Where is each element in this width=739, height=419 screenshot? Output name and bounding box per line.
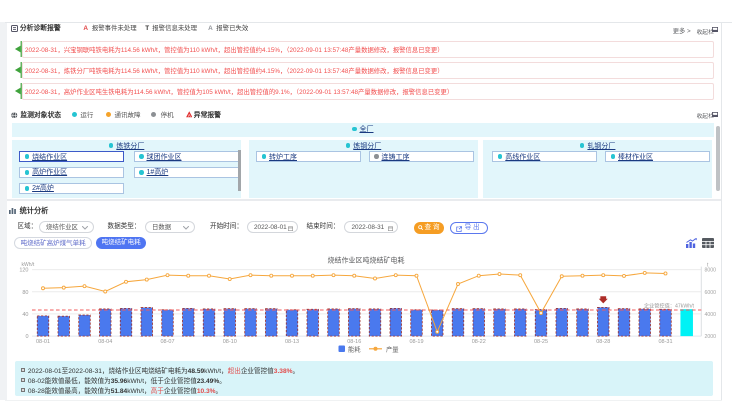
svg-text:08-31: 08-31 xyxy=(658,339,672,345)
svg-text:80: 80 xyxy=(22,290,28,296)
svg-text:08-04: 08-04 xyxy=(98,339,112,345)
svg-text:能耗: 能耗 xyxy=(348,345,361,354)
svg-text:08-16: 08-16 xyxy=(347,339,361,345)
svg-text:2000: 2000 xyxy=(705,334,717,340)
svg-text:08-19: 08-19 xyxy=(409,339,423,345)
svg-text:6000: 6000 xyxy=(705,290,717,296)
svg-text:企业管控值：47kWh/t: 企业管控值：47kWh/t xyxy=(644,301,695,309)
svg-text:4000: 4000 xyxy=(705,312,717,318)
svg-text:0: 0 xyxy=(25,334,28,340)
svg-text:120: 120 xyxy=(19,268,28,274)
svg-text:08-10: 08-10 xyxy=(223,339,237,345)
svg-text:08-22: 08-22 xyxy=(472,339,486,345)
svg-text:08-07: 08-07 xyxy=(160,339,174,345)
svg-text:08-28: 08-28 xyxy=(596,339,610,345)
svg-text:08-25: 08-25 xyxy=(534,339,548,345)
svg-text:08-01: 08-01 xyxy=(36,339,50,345)
svg-text:40: 40 xyxy=(22,312,28,318)
svg-text:08-13: 08-13 xyxy=(285,339,299,345)
svg-text:8000: 8000 xyxy=(705,268,717,274)
svg-text:kWh/t: kWh/t xyxy=(22,262,35,268)
svg-text:产量: 产量 xyxy=(386,345,399,354)
svg-text:A: A xyxy=(187,113,190,118)
svg-text:烧结作业区吨烧结矿电耗: 烧结作业区吨烧结矿电耗 xyxy=(328,256,405,265)
